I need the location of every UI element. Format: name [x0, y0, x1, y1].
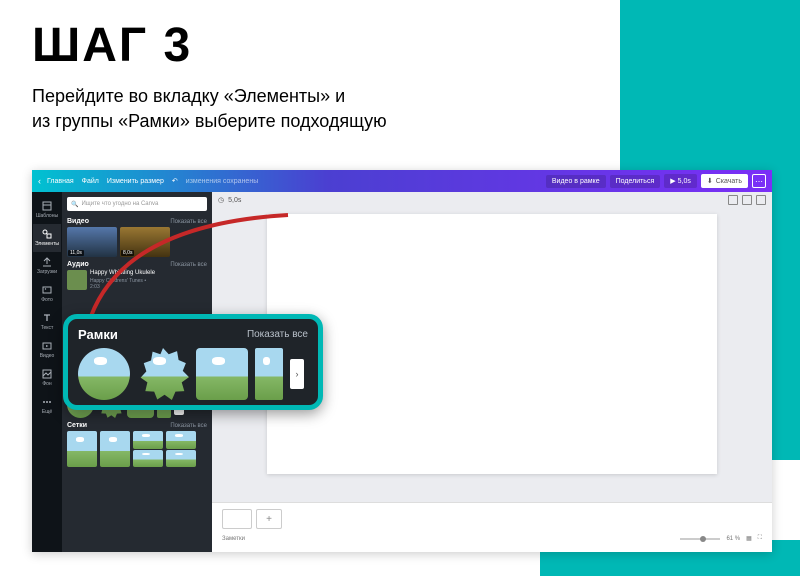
audio-info: Happy Whistling Ukulele Happy Childrens'… — [90, 270, 155, 289]
duration-badge: 8,0s — [121, 250, 134, 256]
video-thumb[interactable]: 8,0s — [120, 227, 170, 257]
step-title: ШАГ 3 — [32, 18, 192, 73]
canvas-toolbar: ◷ 5,0s — [212, 192, 772, 208]
video-icon — [42, 341, 52, 351]
rail-templates[interactable]: Шаблоны — [33, 196, 61, 224]
grid-thumb[interactable] — [100, 431, 130, 467]
bg-icon — [42, 369, 52, 379]
text-icon — [42, 313, 52, 323]
section-video: Видео Показать все 11,0s 8,0s — [62, 216, 212, 259]
copy-icon[interactable] — [728, 195, 738, 205]
play-button[interactable]: ▶ 5,0s — [664, 174, 697, 188]
save-status: изменения сохранены — [186, 178, 258, 185]
section-title: Сетки — [67, 422, 87, 429]
timer-icon[interactable]: ◷ — [218, 196, 224, 204]
frames-callout: Рамки Показать все › — [63, 314, 323, 410]
audio-title: Happy Whistling Ukulele — [90, 270, 155, 277]
show-all-link[interactable]: Показать все — [170, 423, 207, 429]
search-placeholder: Ищите что угодно на Canva — [81, 201, 158, 207]
add-page-button[interactable]: + — [256, 509, 282, 529]
back-button[interactable]: ‹ — [38, 176, 41, 186]
play-time: 5,0s — [678, 178, 691, 185]
rail-photo[interactable]: Фото — [33, 280, 61, 308]
side-rail: Шаблоны Элементы Загрузки Фото Текст Вид… — [32, 192, 62, 552]
zoom-slider[interactable] — [680, 538, 720, 540]
section-grids: Сетки Показать все — [62, 420, 212, 469]
frame-flower[interactable] — [137, 348, 189, 400]
audio-artist: Happy Childrens' Tunes • — [90, 278, 155, 284]
rail-label: Фон — [42, 381, 51, 387]
rail-label: Элементы — [35, 241, 59, 247]
zoom-value: 61 % — [726, 536, 740, 542]
notes-label[interactable]: Заметки — [222, 536, 245, 542]
rail-uploads[interactable]: Загрузки — [33, 252, 61, 280]
share-button[interactable]: Поделиться — [610, 175, 661, 188]
rail-background[interactable]: Фон — [33, 364, 61, 392]
rail-label: Загрузки — [37, 269, 57, 275]
audio-thumb[interactable] — [67, 270, 87, 290]
section-title: Видео — [67, 218, 89, 225]
grid-view-icon[interactable]: ▦ — [746, 535, 752, 542]
rail-text[interactable]: Текст — [33, 308, 61, 336]
title-button[interactable]: Видео в рамке — [546, 175, 606, 188]
frame-square[interactable] — [196, 348, 248, 400]
play-icon: ▶ — [670, 177, 675, 185]
frame-rect[interactable] — [255, 348, 283, 400]
duration-badge: 11,0s — [68, 250, 84, 256]
fullscreen-icon[interactable]: ⛶ — [758, 535, 762, 542]
next-button[interactable]: › — [290, 359, 304, 389]
undo-button[interactable]: ↶ — [172, 177, 178, 185]
show-all-link[interactable]: Показать все — [170, 262, 207, 268]
step-description: Перейдите во вкладку «Элементы» и из гру… — [32, 84, 532, 134]
search-input[interactable]: 🔍 Ищите что угодно на Canva — [67, 197, 207, 211]
rail-label: Шаблоны — [36, 213, 58, 219]
callout-title: Рамки — [78, 327, 118, 342]
timeline-page[interactable] — [222, 509, 252, 529]
photo-icon — [42, 285, 52, 295]
rail-video[interactable]: Видео — [33, 336, 61, 364]
canvas[interactable] — [267, 214, 717, 474]
show-all-link[interactable]: Показать все — [170, 219, 207, 225]
uploads-icon — [42, 257, 52, 267]
resize-button[interactable]: Изменить размер — [107, 178, 164, 185]
rail-elements[interactable]: Элементы — [33, 224, 61, 252]
grid-thumb[interactable] — [67, 431, 97, 467]
callout-show-all[interactable]: Показать все — [247, 329, 308, 340]
topbar: ‹ Главная Файл Изменить размер ↶ изменен… — [32, 170, 772, 192]
download-icon: ⬇ — [707, 177, 713, 185]
frame-circle[interactable] — [78, 348, 130, 400]
more-button[interactable]: ⋯ — [752, 174, 766, 188]
section-audio: Аудио Показать все Happy Whistling Ukulel… — [62, 259, 212, 292]
rail-label: Видео — [40, 353, 55, 359]
search-icon: 🔍 — [71, 201, 78, 208]
grid-thumb[interactable] — [166, 431, 196, 467]
more-icon — [42, 397, 52, 407]
file-menu[interactable]: Файл — [82, 178, 99, 185]
elements-icon — [42, 229, 52, 239]
template-icon — [42, 201, 52, 211]
rail-label: Текст — [41, 325, 54, 331]
rail-more[interactable]: Ещё — [33, 392, 61, 420]
duplicate-icon[interactable] — [742, 195, 752, 205]
timeline: + Заметки 61 % ▦ ⛶ — [212, 502, 772, 552]
delete-icon[interactable] — [756, 195, 766, 205]
video-thumb[interactable]: 11,0s — [67, 227, 117, 257]
grid-thumb[interactable] — [133, 431, 163, 467]
audio-duration: 2:03 — [90, 284, 155, 290]
rail-label: Фото — [41, 297, 53, 303]
home-link[interactable]: Главная — [47, 178, 74, 185]
desc-line1: Перейдите во вкладку «Элементы» и — [32, 86, 345, 106]
download-label: Скачать — [716, 178, 742, 185]
canvas-time: 5,0s — [228, 197, 241, 204]
section-title: Аудио — [67, 261, 89, 268]
download-button[interactable]: ⬇ Скачать — [701, 174, 748, 188]
desc-line2: из группы «Рамки» выберите подходящую — [32, 111, 387, 131]
rail-label: Ещё — [42, 409, 52, 415]
